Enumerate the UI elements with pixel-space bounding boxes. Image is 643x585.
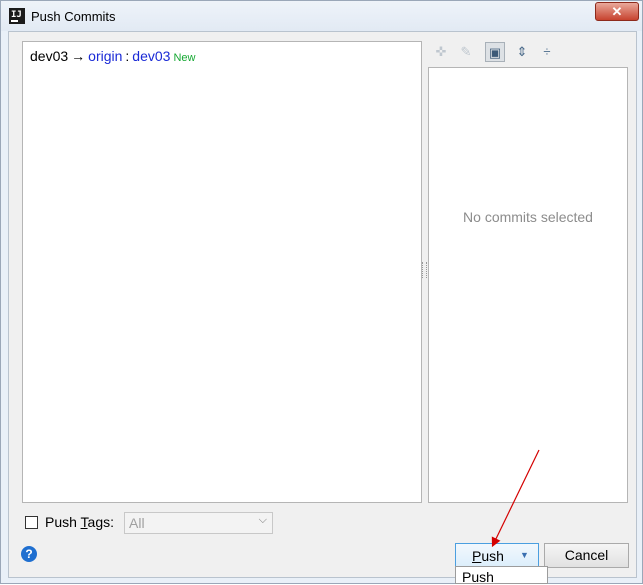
push-button[interactable]: Push ▼	[455, 543, 539, 568]
push-mnemonic: P	[472, 548, 482, 564]
help-icon[interactable]: ?	[21, 546, 37, 562]
commit-details-panel: No commits selected	[428, 67, 628, 503]
tags-scope-select[interactable]: All ⌵	[124, 512, 273, 534]
push-tree-panel[interactable]: dev03 → origin: dev03 New	[22, 41, 422, 503]
dropdown-item-push[interactable]: Push	[462, 569, 494, 585]
tags-scope-value: All	[129, 515, 145, 531]
title-bar: IJ Push Commits ✕	[1, 1, 642, 31]
push-tags-label[interactable]: Push Tags:	[45, 514, 114, 530]
cherry-pick-icon[interactable]: ✜	[431, 42, 451, 62]
splitter-handle[interactable]	[422, 262, 427, 278]
details-toolbar: ✜ ✎ ▣ ⇕ ÷	[429, 42, 569, 66]
push-button-label: Push	[456, 548, 520, 564]
remote-separator: :	[125, 48, 130, 64]
window-title: Push Commits	[31, 9, 116, 24]
edit-source-icon[interactable]: ✎	[456, 42, 476, 62]
tags-label-prefix: Push	[45, 514, 81, 530]
remote-branch-link[interactable]: dev03	[132, 48, 170, 64]
arrow-icon: →	[71, 48, 86, 64]
tags-label-suffix: ags:	[87, 514, 115, 530]
expand-all-icon[interactable]: ⇕	[512, 42, 532, 62]
push-commits-dialog: IJ Push Commits ✕ dev03 → origin: dev03 New …	[0, 0, 643, 584]
push-dropdown-menu: Push	[455, 566, 548, 585]
tags-label-mnemonic: T	[80, 514, 88, 530]
remote-name-link[interactable]: origin	[88, 48, 122, 64]
dialog-content: dev03 → origin: dev03 New ✜ ✎ ▣ ⇕ ÷ No commi…	[8, 31, 637, 578]
intellij-app-icon: IJ	[9, 8, 25, 24]
collapse-all-icon[interactable]: ÷	[537, 42, 557, 62]
chevron-down-icon: ⌵	[258, 514, 267, 526]
close-button[interactable]: ✕	[595, 2, 639, 21]
push-label-rest: ush	[481, 548, 504, 564]
push-spec-row[interactable]: dev03 → origin: dev03 New	[30, 48, 195, 64]
cancel-button[interactable]: Cancel	[544, 543, 629, 568]
empty-state-text: No commits selected	[463, 209, 593, 225]
dropdown-arrow-icon[interactable]: ▼	[520, 550, 529, 560]
show-details-icon[interactable]: ▣	[485, 42, 505, 62]
local-branch: dev03	[30, 48, 69, 64]
new-branch-badge: New	[173, 52, 196, 64]
push-tags-checkbox[interactable]	[25, 516, 38, 529]
